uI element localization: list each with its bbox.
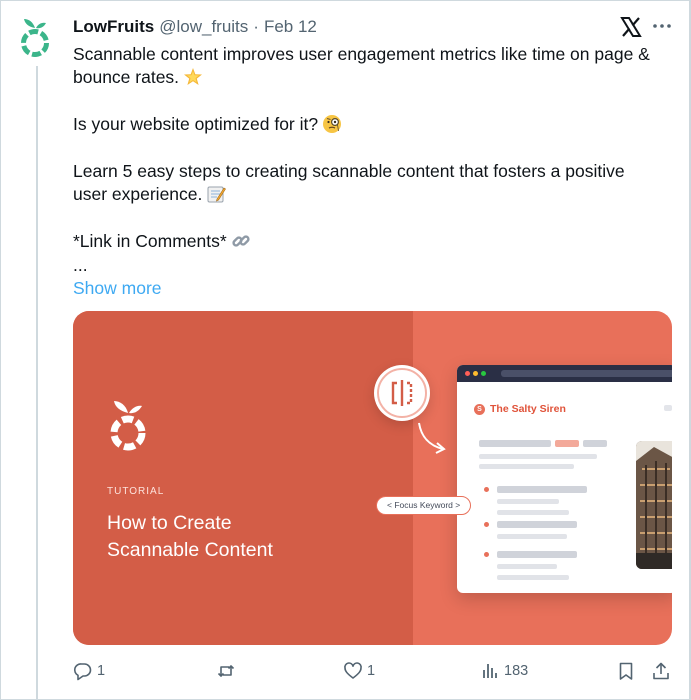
curved-arrow-icon	[418, 422, 446, 454]
views-icon	[483, 664, 497, 678]
repost-button[interactable]	[216, 659, 240, 683]
tweet-text: Scannable content improves user engageme…	[73, 43, 673, 300]
reply-button[interactable]: 1	[73, 659, 105, 683]
header-separator: ·	[253, 17, 259, 36]
media-card[interactable]: TUTORIAL How to Create Scannable Content…	[73, 311, 672, 645]
tweet-line: *Link in Comments*	[73, 230, 673, 253]
card-eyebrow: TUTORIAL	[107, 486, 165, 497]
card-title: How to Create Scannable Content	[107, 510, 347, 564]
face-with-monocle-icon	[323, 115, 342, 134]
lowfruits-logo-icon	[110, 401, 146, 451]
thread-line	[36, 66, 38, 700]
tweet-line: Learn 5 easy steps to creating scannable…	[73, 161, 625, 181]
card-left-panel	[73, 311, 413, 645]
heart-icon	[344, 662, 362, 679]
bookmark-button[interactable]	[616, 659, 636, 683]
brand-badge: S	[474, 404, 485, 415]
more-icon[interactable]	[650, 16, 674, 36]
browser-toolbar	[457, 365, 672, 382]
reply-icon	[73, 663, 92, 681]
lowfruits-logo-avatar[interactable]	[18, 14, 52, 58]
tweet-date[interactable]: Feb 12	[264, 17, 317, 37]
x-logo-icon[interactable]	[620, 15, 642, 39]
focus-keyword-pill: < Focus Keyword >	[376, 496, 472, 515]
repost-icon	[217, 665, 235, 677]
like-button[interactable]: 1	[343, 659, 375, 683]
card-title-line: How to Create	[107, 512, 232, 534]
reply-count: 1	[97, 663, 106, 679]
bookmark-icon	[619, 662, 633, 680]
glowing-star-icon	[184, 68, 203, 86]
link-icon	[232, 235, 250, 247]
tweet-line: Scannable content improves user engageme…	[73, 44, 650, 64]
share-icon	[653, 662, 669, 680]
memo-icon	[207, 186, 227, 203]
tweet-line: bounce rates.	[73, 66, 673, 89]
tweet-line: Is your website optimized for it?	[73, 113, 673, 136]
tweet-actions: 1 1 183	[73, 659, 673, 683]
building-photo	[636, 441, 672, 569]
views-button[interactable]: 183	[480, 659, 528, 683]
author-handle[interactable]: @low_fruits	[159, 17, 248, 37]
like-count: 1	[367, 663, 376, 679]
columns-compare-icon	[374, 365, 430, 421]
card-title-line: Scannable Content	[107, 539, 273, 561]
share-button[interactable]	[651, 659, 671, 683]
tweet-header: LowFruits @low_fruits · Feb 12	[73, 16, 317, 38]
show-more-link[interactable]: Show more	[73, 277, 673, 300]
tweet-line: user experience.	[73, 183, 673, 206]
author-name[interactable]: LowFruits	[73, 17, 154, 37]
tweet-line: ...	[73, 254, 88, 275]
view-count: 183	[504, 663, 529, 679]
brand-name: The Salty Siren	[490, 403, 566, 415]
